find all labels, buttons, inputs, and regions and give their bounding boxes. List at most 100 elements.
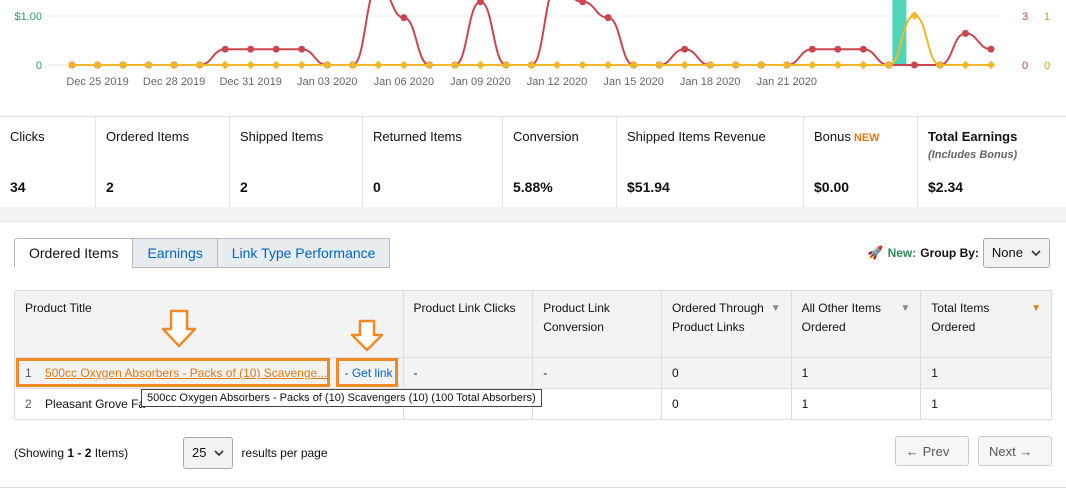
showing-range: 1 - 2 xyxy=(67,446,92,460)
data-point xyxy=(808,45,816,53)
showing-count: (Showing 1 - 2 Items) xyxy=(14,446,128,460)
col-label: Total Items Ordered xyxy=(931,301,990,334)
prev-button[interactable]: ← Prev xyxy=(895,436,969,466)
stat-label: Bonus NEW xyxy=(814,129,880,144)
group-by-select[interactable]: None xyxy=(982,238,1050,268)
col-ordered-through-links[interactable]: ▼ Ordered Through Product Links xyxy=(660,290,792,358)
data-point xyxy=(808,60,817,70)
col-label: All Other Items Ordered xyxy=(801,301,881,334)
data-point xyxy=(298,45,306,53)
col-total-items-ordered[interactable]: ▼ Total Items Ordered xyxy=(920,290,1052,358)
data-point xyxy=(400,14,408,22)
data-point xyxy=(859,60,868,70)
group-by-control: 🚀 New: Group By: None xyxy=(867,238,1050,268)
data-point xyxy=(220,60,230,70)
x-axis-tick: Dec 28 2019 xyxy=(143,76,205,88)
other-items-cell: 1 xyxy=(790,357,922,389)
right-axis-tick: 1 xyxy=(1044,11,1050,23)
data-point xyxy=(859,45,867,53)
stat-sublabel: (Includes Bonus) xyxy=(928,149,1018,161)
data-point xyxy=(118,60,128,70)
data-point xyxy=(476,60,485,70)
x-axis-tick: Jan 21 2020 xyxy=(756,76,817,88)
conversion-cell: - xyxy=(532,357,662,389)
data-point xyxy=(169,60,179,70)
per-page-control: 25 results per page xyxy=(183,437,328,469)
data-point xyxy=(425,60,434,70)
data-point xyxy=(961,29,969,37)
data-point xyxy=(705,60,715,70)
stat-value: 2 xyxy=(240,179,248,195)
per-page-select[interactable]: 25 xyxy=(183,437,234,469)
series-line xyxy=(72,14,991,66)
data-point xyxy=(578,60,587,70)
data-point xyxy=(833,60,843,70)
right-axis-tick: 0 xyxy=(1022,60,1028,72)
x-axis-tick: Dec 25 2019 xyxy=(66,76,128,88)
new-badge: NEW xyxy=(853,132,880,144)
stat-label: Clicks xyxy=(10,129,45,144)
right-axis-tick: 3 xyxy=(1022,11,1028,23)
data-point xyxy=(654,60,664,70)
stat-value: 5.88% xyxy=(513,179,553,195)
data-point xyxy=(910,11,919,20)
data-point xyxy=(731,60,740,70)
stat-label: Ordered Items xyxy=(106,129,190,144)
data-point xyxy=(144,60,153,70)
sort-icon: ▼ xyxy=(1031,303,1041,314)
bottom-divider xyxy=(0,487,1066,488)
stat-returned-items: Returned Items 0 xyxy=(363,117,503,207)
data-point xyxy=(247,45,255,53)
product-title[interactable]: Pleasant Grove Fa xyxy=(45,397,145,411)
stat-value: $51.94 xyxy=(627,179,670,195)
data-point xyxy=(271,60,281,70)
data-point xyxy=(195,60,204,70)
down-arrow-icon xyxy=(350,319,384,352)
data-point xyxy=(884,60,894,70)
stat-conversion: Conversion 5.88% xyxy=(503,117,617,207)
col-all-other-items[interactable]: ▼ All Other Items Ordered xyxy=(790,290,922,358)
rocket-icon: 🚀 xyxy=(867,245,884,260)
data-point xyxy=(552,60,562,70)
stat-value: $0.00 xyxy=(814,179,850,195)
stat-bonus: Bonus NEW $0.00 xyxy=(804,117,918,207)
highlight-get-link xyxy=(336,358,398,387)
stat-value: 0 xyxy=(373,179,381,195)
data-point xyxy=(961,60,970,70)
next-button[interactable]: Next → xyxy=(978,436,1052,466)
x-axis-tick: Jan 12 2020 xyxy=(527,76,588,88)
sort-icon: ▼ xyxy=(900,303,911,314)
tab-earnings[interactable]: Earnings xyxy=(132,238,218,268)
data-point xyxy=(272,45,280,53)
stat-label: Returned Items xyxy=(373,129,462,144)
left-axis-tick: 0 xyxy=(36,60,42,72)
data-point xyxy=(246,60,255,70)
showing-suffix: Items) xyxy=(91,446,129,460)
data-point xyxy=(680,60,689,70)
col-product-title[interactable]: Product Title xyxy=(14,290,404,358)
tab-ordered-items[interactable]: Ordered Items xyxy=(14,238,134,268)
stat-value: $2.34 xyxy=(928,179,964,195)
col-product-link-conversion[interactable]: Product Link Conversion xyxy=(532,290,662,358)
data-point xyxy=(399,60,409,70)
chevron-down-icon xyxy=(1031,249,1041,256)
data-point xyxy=(681,45,689,53)
data-point xyxy=(67,60,77,70)
data-point xyxy=(629,60,638,70)
tab-link-type-performance[interactable]: Link Type Performance xyxy=(216,238,391,268)
data-point xyxy=(374,60,383,70)
stat-ordered-items: Ordered Items 2 xyxy=(96,117,230,207)
report-tabs: Ordered Items Earnings Link Type Perform… xyxy=(14,238,391,268)
data-point xyxy=(757,60,766,70)
data-point xyxy=(834,45,842,53)
clicks-cell: - xyxy=(402,357,534,389)
other-items-cell: 1 xyxy=(790,388,922,420)
ordered-through-cell: 0 xyxy=(660,388,792,420)
sort-icon: ▼ xyxy=(770,303,781,314)
stat-value: 2 xyxy=(106,179,114,195)
data-point xyxy=(604,14,612,22)
data-point xyxy=(782,60,792,70)
per-page-value: 25 xyxy=(192,445,207,460)
stat-label: Conversion xyxy=(513,129,579,144)
col-product-link-clicks[interactable]: Product Link Clicks xyxy=(402,290,534,358)
